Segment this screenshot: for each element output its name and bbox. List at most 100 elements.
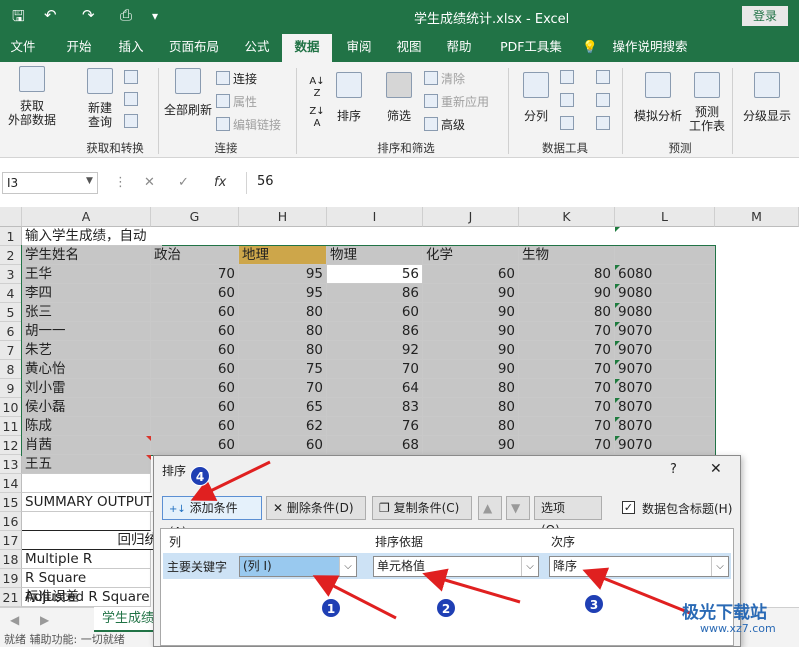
- table-cell[interactable]: 95: [239, 284, 327, 303]
- table-cell[interactable]: 83: [327, 398, 423, 417]
- data-model-icon[interactable]: [596, 116, 610, 130]
- enter-icon[interactable]: ✓: [178, 175, 189, 190]
- delete-level-button[interactable]: ✕ 删除条件(D): [266, 496, 366, 520]
- cell-header-physics[interactable]: 物理: [327, 246, 423, 265]
- outline-button[interactable]: 分级显示: [738, 72, 796, 124]
- table-cell[interactable]: 90: [423, 360, 519, 379]
- help-icon[interactable]: ?: [670, 462, 677, 477]
- row-header[interactable]: 2: [0, 246, 22, 265]
- column-header-h[interactable]: H: [239, 207, 327, 227]
- row-header[interactable]: 17: [0, 531, 22, 550]
- table-cell[interactable]: 60: [151, 284, 239, 303]
- row-header[interactable]: 4: [0, 284, 22, 303]
- column-header-m[interactable]: M: [715, 207, 799, 227]
- table-cell[interactable]: 肖茜: [22, 436, 151, 455]
- table-cell[interactable]: 56: [327, 265, 423, 284]
- sheet-tab-scores[interactable]: 学生成绩: [94, 607, 162, 632]
- table-cell[interactable]: 70: [519, 417, 615, 436]
- forecast-sheet-button[interactable]: 预测 工作表: [686, 72, 728, 133]
- table-cell[interactable]: 68: [327, 436, 423, 455]
- formula-input[interactable]: 56: [246, 172, 798, 194]
- table-cell[interactable]: 70: [519, 341, 615, 360]
- data-validation-icon[interactable]: [560, 116, 574, 130]
- new-query-button[interactable]: 新建 查询: [78, 68, 122, 129]
- table-cell[interactable]: 80: [519, 303, 615, 322]
- column-header-j[interactable]: J: [423, 207, 519, 227]
- table-cell[interactable]: 60: [423, 265, 519, 284]
- options-button[interactable]: 选项(O)...: [534, 496, 602, 537]
- row-header[interactable]: 14: [0, 474, 22, 493]
- table-cell[interactable]: 70: [519, 322, 615, 341]
- cell-header-geography[interactable]: 地理: [239, 246, 327, 265]
- row-header[interactable]: 5: [0, 303, 22, 322]
- table-cell[interactable]: 90: [423, 341, 519, 360]
- column-header-a[interactable]: A: [22, 207, 151, 227]
- table-cell[interactable]: 70: [519, 379, 615, 398]
- table-cell[interactable]: 90: [423, 436, 519, 455]
- sort-za-icon[interactable]: Z↓ A: [306, 106, 328, 130]
- table-cell[interactable]: 黄心怡: [22, 360, 151, 379]
- from-table-icon[interactable]: [124, 92, 138, 106]
- add-level-button[interactable]: +↓ 添加条件(A): [162, 496, 262, 539]
- name-box[interactable]: I3: [2, 172, 98, 194]
- row-header[interactable]: 13: [0, 455, 22, 474]
- table-cell[interactable]: 60: [151, 436, 239, 455]
- move-up-button[interactable]: ▲: [478, 496, 502, 520]
- table-cell[interactable]: 李四: [22, 284, 151, 303]
- sort-button[interactable]: 排序: [332, 72, 366, 124]
- table-cell[interactable]: 80: [239, 303, 327, 322]
- table-cell[interactable]: 60: [239, 436, 327, 455]
- filter-button[interactable]: 筛选: [382, 72, 416, 124]
- move-down-button[interactable]: ▼: [506, 496, 530, 520]
- row-header[interactable]: 15: [0, 493, 22, 512]
- insert-function-icon[interactable]: fx: [214, 175, 226, 190]
- row-header[interactable]: 11: [0, 417, 22, 436]
- table-cell[interactable]: 86: [327, 322, 423, 341]
- table-cell[interactable]: 9070: [615, 436, 715, 455]
- redo-icon[interactable]: ↷: [82, 6, 95, 24]
- column-header-g[interactable]: G: [151, 207, 239, 227]
- get-data-button[interactable]: 获取 外部数据: [6, 66, 58, 127]
- tab-help[interactable]: 帮助: [436, 34, 482, 62]
- table-cell[interactable]: 9070: [615, 360, 715, 379]
- select-all-corner[interactable]: [0, 207, 22, 227]
- cancel-icon[interactable]: ✕: [144, 175, 155, 190]
- advanced-button[interactable]: 高级: [424, 116, 465, 133]
- table-cell[interactable]: 80: [423, 398, 519, 417]
- cell-a16[interactable]: [22, 512, 151, 531]
- cell-a18[interactable]: Multiple R: [22, 550, 151, 569]
- table-cell[interactable]: 95: [239, 265, 327, 284]
- has-headers-checkbox[interactable]: ✓: [622, 501, 635, 514]
- table-cell[interactable]: 60: [151, 322, 239, 341]
- edit-links-button[interactable]: 编辑链接: [216, 116, 281, 133]
- table-cell[interactable]: 陈成: [22, 417, 151, 436]
- tab-formulas[interactable]: 公式: [234, 34, 280, 62]
- refresh-all-button[interactable]: 全部刷新: [160, 68, 216, 118]
- table-cell[interactable]: 70: [239, 379, 327, 398]
- row-header[interactable]: 9: [0, 379, 22, 398]
- print-preview-icon[interactable]: ⎙: [120, 6, 132, 24]
- cell-header-l[interactable]: [615, 246, 715, 265]
- table-cell[interactable]: 王华: [22, 265, 151, 284]
- table-cell[interactable]: 64: [327, 379, 423, 398]
- table-cell[interactable]: 80: [423, 417, 519, 436]
- tab-insert[interactable]: 插入: [108, 34, 154, 62]
- cell-a21[interactable]: 标准误差: [22, 588, 151, 607]
- table-cell[interactable]: 80: [239, 341, 327, 360]
- cell-a13[interactable]: 王五: [22, 455, 151, 474]
- table-cell[interactable]: 65: [239, 398, 327, 417]
- table-cell[interactable]: 86: [327, 284, 423, 303]
- table-cell[interactable]: 70: [519, 398, 615, 417]
- tab-data[interactable]: 数据: [282, 34, 332, 62]
- tab-page-layout[interactable]: 页面布局: [158, 34, 230, 62]
- cell-a15[interactable]: SUMMARY OUTPUT: [22, 493, 162, 512]
- table-cell[interactable]: 90: [423, 322, 519, 341]
- cell-header-chemistry[interactable]: 化学: [423, 246, 519, 265]
- cell-header-politics[interactable]: 政治: [151, 246, 239, 265]
- table-cell[interactable]: 朱艺: [22, 341, 151, 360]
- sort-on-select[interactable]: 单元格值 ⌵: [373, 556, 539, 577]
- row-header[interactable]: 10: [0, 398, 22, 417]
- row-header[interactable]: 8: [0, 360, 22, 379]
- cell-a19[interactable]: R Square: [22, 569, 151, 588]
- table-cell[interactable]: 80: [519, 265, 615, 284]
